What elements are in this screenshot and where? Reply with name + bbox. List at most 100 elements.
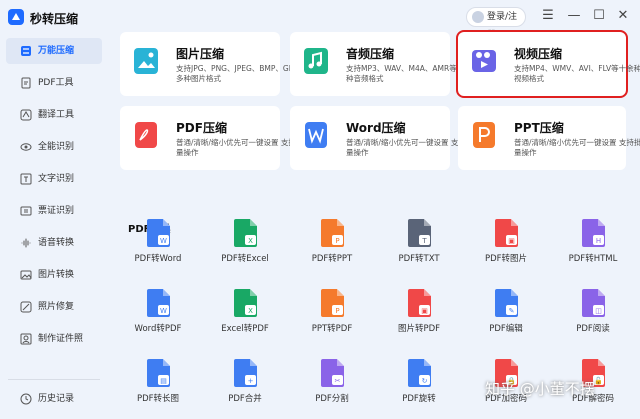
tool-pdf-to-image[interactable]: ▣PDF转图片 [466,218,546,274]
card-desc: 普通/清晰/缩小优先可一键设置 支持批量操作 [514,138,640,158]
tool-pdf-merge[interactable]: +PDF合并 [205,358,285,414]
menu-icon[interactable]: ☰ [539,7,557,25]
video-compress-icon [470,46,498,76]
maximize-icon[interactable]: ☐ [590,7,608,25]
card-pdf-compress[interactable]: PDF压缩 普通/清晰/缩小优先可一键设置 支持批量操作 [120,106,280,170]
tool-image-to-pdf[interactable]: ▣图片转PDF [379,288,459,344]
tool-pdf-to-excel[interactable]: XPDF转Excel [205,218,285,274]
sidebar-item-compress[interactable]: 万能压缩 [6,38,102,64]
card-desc: 普通/清晰/缩小优先可一键设置 支持批量操作 [176,138,306,158]
sidebar-item-label: PDF工具 [38,78,74,88]
tool-pdf-to-word[interactable]: WPDF转Word [118,218,198,274]
close-icon[interactable]: ✕ [614,7,632,25]
sidebar-item-translate[interactable]: 翻译工具 [6,102,102,128]
sidebar-item-label: 照片修复 [38,302,74,312]
tool-badge: ✎ [509,307,515,315]
tool-pdf-to-html[interactable]: HPDF转HTML [553,218,633,274]
eye-icon [20,141,32,153]
tool-badge: 🔓 [594,376,603,385]
sidebar-item-label: 全能识别 [38,142,74,152]
tool-label: PDF转长图 [112,392,204,404]
watermark: 知乎 @小董不摆 [485,378,595,399]
tool-label: PDF转Excel [199,252,291,264]
tool-badge: P [335,237,339,245]
tool-badge: W [160,307,167,315]
tool-label: PDF转图片 [460,252,552,264]
tool-pdf-read[interactable]: ◫PDF阅读 [553,288,633,344]
tool-pdf-split[interactable]: ✂PDF分割 [292,358,372,414]
card-desc: 支持MP4、WMV、AVI、FLV等十余种视频格式 [514,64,640,84]
audio-compress-icon [302,46,330,76]
tool-label: Excel转PDF [199,322,291,334]
pdf-rotate-icon: ↻ [407,358,433,388]
login-button[interactable]: 登录/注册 [466,7,526,27]
tool-badge: X [248,307,253,315]
tool-badge: ▣ [508,237,515,245]
tool-pdf-rotate[interactable]: ↻PDF旋转 [379,358,459,414]
app-title: 秒转压缩 [30,10,78,27]
pdf-to-ppt-icon: P [320,218,346,248]
avatar-icon [472,11,484,23]
tool-badge: H [596,237,601,245]
card-desc: 普通/清晰/缩小优先可一键设置 支持批量操作 [346,138,476,158]
pdf-to-txt-icon: T [407,218,433,248]
card-word-compress[interactable]: Word压缩 普通/清晰/缩小优先可一键设置 支持批量操作 [290,106,450,170]
tool-pdf-edit[interactable]: ✎PDF编辑 [466,288,546,344]
tool-badge: ◫ [595,307,602,315]
sidebar-item-ticket[interactable]: 票证识别 [6,198,102,224]
tool-badge: P [335,307,339,315]
tool-label: PDF旋转 [373,392,465,404]
pdf-icon [20,77,32,89]
sidebar-item-id-photo[interactable]: 制作证件照 [6,326,102,352]
ticket-icon [20,205,32,217]
tool-pdf-to-long-image[interactable]: ▤PDF转长图 [118,358,198,414]
tool-badge: T [421,237,427,245]
text-icon [20,173,32,185]
card-title: 图片压缩 [176,45,224,62]
tool-label: PDF编辑 [460,322,552,334]
sidebar-item-pdf-tools[interactable]: PDF工具 [6,70,102,96]
excel-to-pdf-icon: X [233,288,259,318]
tool-pdf-to-txt[interactable]: TPDF转TXT [379,218,459,274]
pdf-to-html-icon: H [581,218,607,248]
tool-label: PPT转PDF [286,322,378,334]
pdf-to-excel-icon: X [233,218,259,248]
tool-ppt-to-pdf[interactable]: PPPT转PDF [292,288,372,344]
tool-pdf-to-ppt[interactable]: PPDF转PPT [292,218,372,274]
image-compress-icon [132,46,160,76]
id-photo-icon [20,333,32,345]
sidebar-item-photo-repair[interactable]: 照片修复 [6,294,102,320]
tool-label: PDF转TXT [373,252,465,264]
sidebar-item-label: 图片转换 [38,270,74,280]
image-to-pdf-icon: ▣ [407,288,433,318]
tool-label: 图片转PDF [373,322,465,334]
card-title: PPT压缩 [514,119,564,136]
pdf-to-image-icon: ▣ [494,218,520,248]
tool-label: PDF转HTML [547,252,639,264]
card-ppt-compress[interactable]: PPT压缩 普通/清晰/缩小优先可一键设置 支持批量操作 [458,106,626,170]
tool-word-to-pdf[interactable]: WWord转PDF [118,288,198,344]
tool-label: PDF分割 [286,392,378,404]
tool-excel-to-pdf[interactable]: XExcel转PDF [205,288,285,344]
sidebar-item-image[interactable]: 图片转换 [6,262,102,288]
translate-icon [20,109,32,121]
tool-label: PDF阅读 [547,322,639,334]
pdf-to-long-image-icon: ▤ [146,358,172,388]
pdf-edit-icon: ✎ [494,288,520,318]
tool-badge: ▣ [421,307,428,315]
card-title: PDF压缩 [176,119,227,136]
card-title: 视频压缩 [514,45,562,62]
card-desc: 支持JPG、PNG、JPEG、BMP、GIF等多种图片格式 [176,64,306,84]
sidebar-item-voice[interactable]: 语音转换 [6,230,102,256]
tool-badge: + [248,377,254,385]
tool-badge: W [160,237,167,245]
sidebar-item-ocr[interactable]: 文字识别 [6,166,102,192]
card-audio-compress[interactable]: 音频压缩 支持MP3、WAV、M4A、AMR等十余种音频格式 [290,32,450,96]
history-button[interactable]: 历史记录 [6,386,102,412]
card-video-compress[interactable]: 视频压缩 支持MP4、WMV、AVI、FLV等十余种视频格式 [458,32,626,96]
pdf-merge-icon: + [233,358,259,388]
sidebar-item-recognition[interactable]: 全能识别 [6,134,102,160]
card-image-compress[interactable]: 图片压缩 支持JPG、PNG、JPEG、BMP、GIF等多种图片格式 [120,32,280,96]
sidebar-item-label: 文字识别 [38,174,74,184]
minimize-icon[interactable]: — [565,7,583,25]
